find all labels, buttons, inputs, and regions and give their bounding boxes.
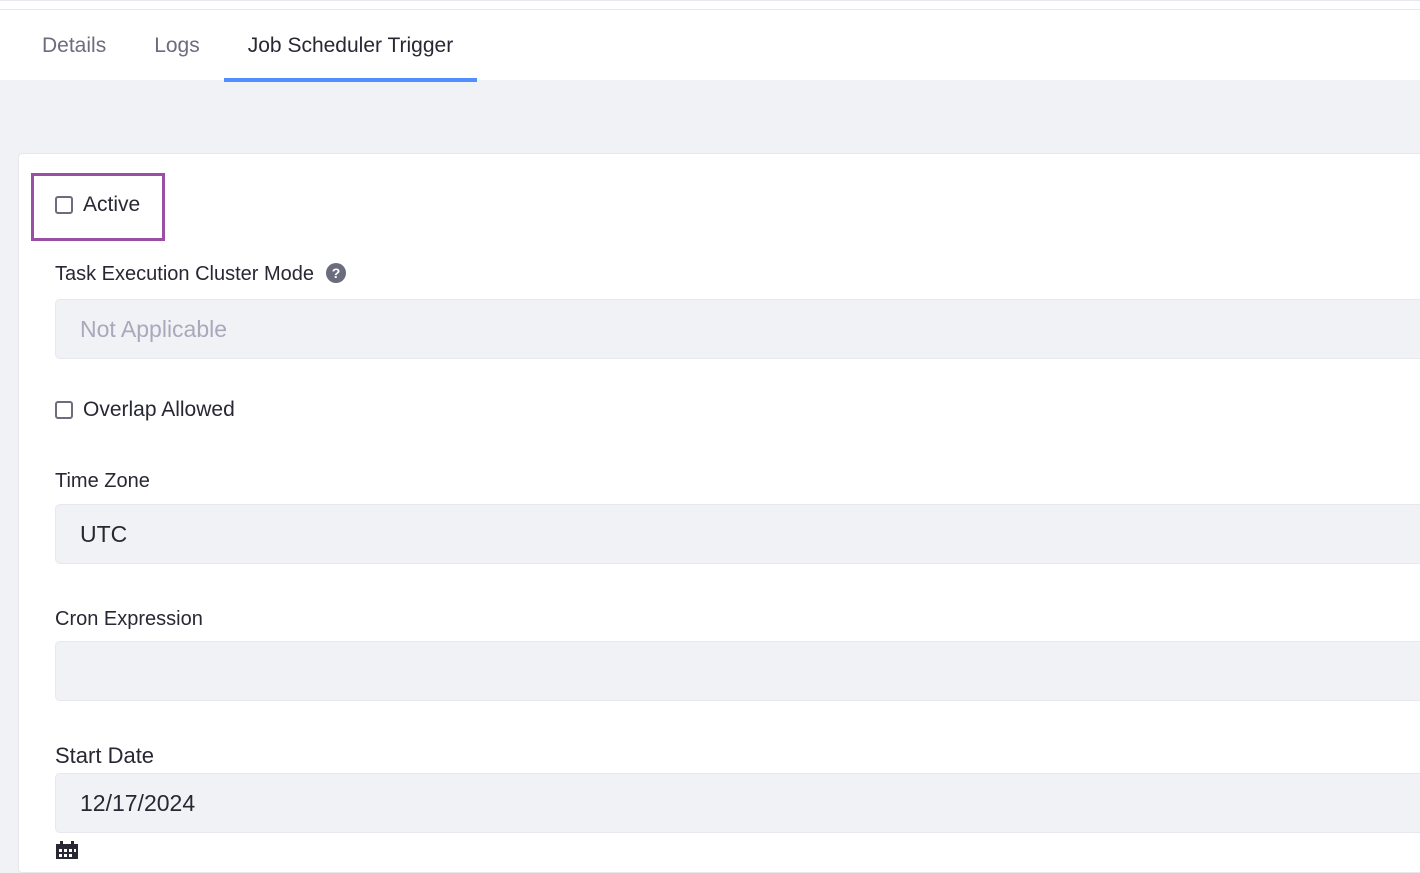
timezone-label-text: Time Zone: [55, 470, 150, 492]
cluster-mode-select: Not Applicable: [55, 299, 1420, 359]
start-date-value: 12/17/2024: [80, 789, 196, 816]
start-date-input[interactable]: 12/17/2024: [55, 773, 1420, 833]
start-date-label-text: Start Date: [55, 743, 155, 768]
active-checkbox[interactable]: [55, 196, 73, 214]
tab-details[interactable]: Details: [18, 10, 130, 81]
timezone-select[interactable]: UTC: [55, 504, 1420, 564]
cluster-mode-label: Task Execution Cluster Mode: [55, 263, 315, 285]
tab-label: Details: [42, 34, 107, 57]
start-date-label: Start Date: [55, 743, 154, 769]
cluster-mode-value: Not Applicable: [80, 315, 228, 342]
cron-expression-input[interactable]: [55, 641, 1420, 701]
timezone-value: UTC: [80, 520, 128, 547]
overlap-label: Overlap Allowed: [83, 398, 235, 421]
cron-label: Cron Expression: [55, 608, 203, 631]
tab-label: Job Scheduler Trigger: [247, 34, 454, 57]
cluster-mode-label-row: Task Execution Cluster Mode ?: [55, 262, 347, 286]
active-checkbox-row[interactable]: Active: [55, 193, 140, 217]
header-bar: Details Logs Job Scheduler Trigger: [0, 0, 1420, 82]
active-label: Active: [83, 193, 141, 216]
timezone-label: Time Zone: [55, 470, 150, 493]
tab-label: Logs: [154, 34, 200, 57]
tab-job-scheduler-trigger[interactable]: Job Scheduler Trigger: [223, 10, 478, 82]
overlap-checkbox[interactable]: [55, 401, 73, 419]
cron-label-text: Cron Expression: [55, 608, 203, 630]
overlap-checkbox-row[interactable]: Overlap Allowed: [55, 398, 235, 422]
tab-logs[interactable]: Logs: [130, 10, 224, 81]
calendar-icon[interactable]: [55, 841, 79, 859]
help-icon[interactable]: ?: [326, 262, 347, 283]
tab-bar: Details Logs Job Scheduler Trigger: [18, 10, 478, 82]
